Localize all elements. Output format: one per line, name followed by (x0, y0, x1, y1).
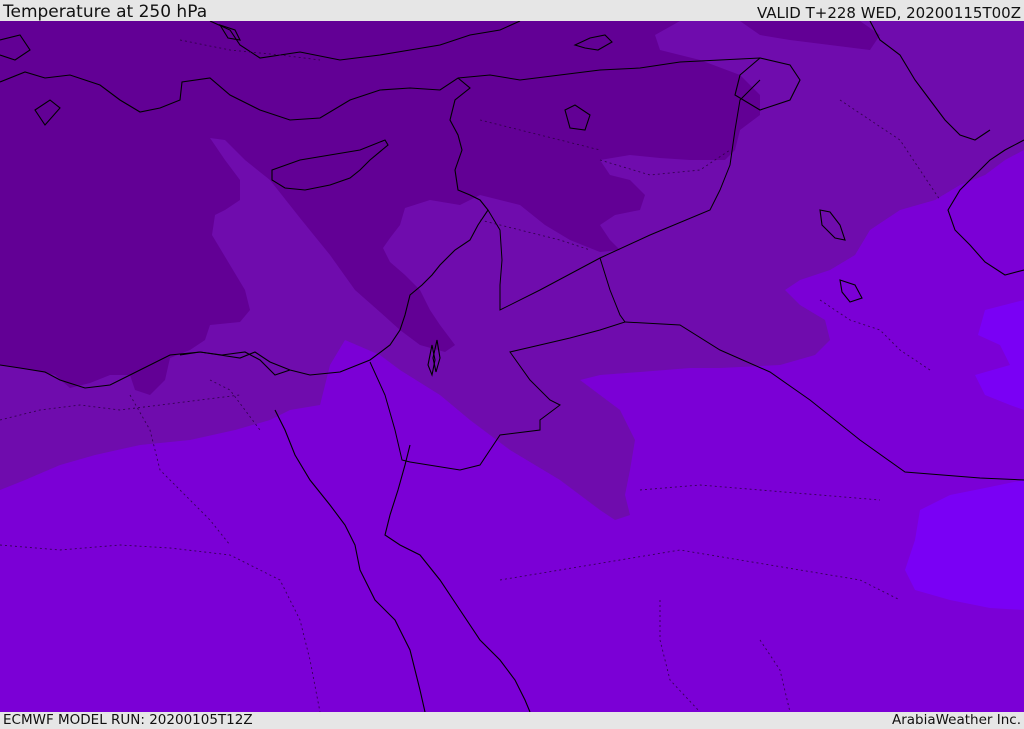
top-bar: Temperature at 250 hPa VALID T+228 WED, … (0, 0, 1024, 21)
map-panel[interactable] (0, 21, 1024, 712)
valid-time-label: VALID T+228 WED, 20200115T00Z (756, 4, 1021, 22)
model-run-label: ECMWF MODEL RUN: 20200105T12Z (3, 712, 253, 728)
bottom-bar: ECMWF MODEL RUN: 20200105T12Z ArabiaWeat… (0, 712, 1024, 729)
map-title: Temperature at 250 hPa (3, 2, 208, 22)
temperature-map[interactable] (0, 21, 1024, 712)
provider-credit: ArabiaWeather Inc. (891, 712, 1021, 728)
